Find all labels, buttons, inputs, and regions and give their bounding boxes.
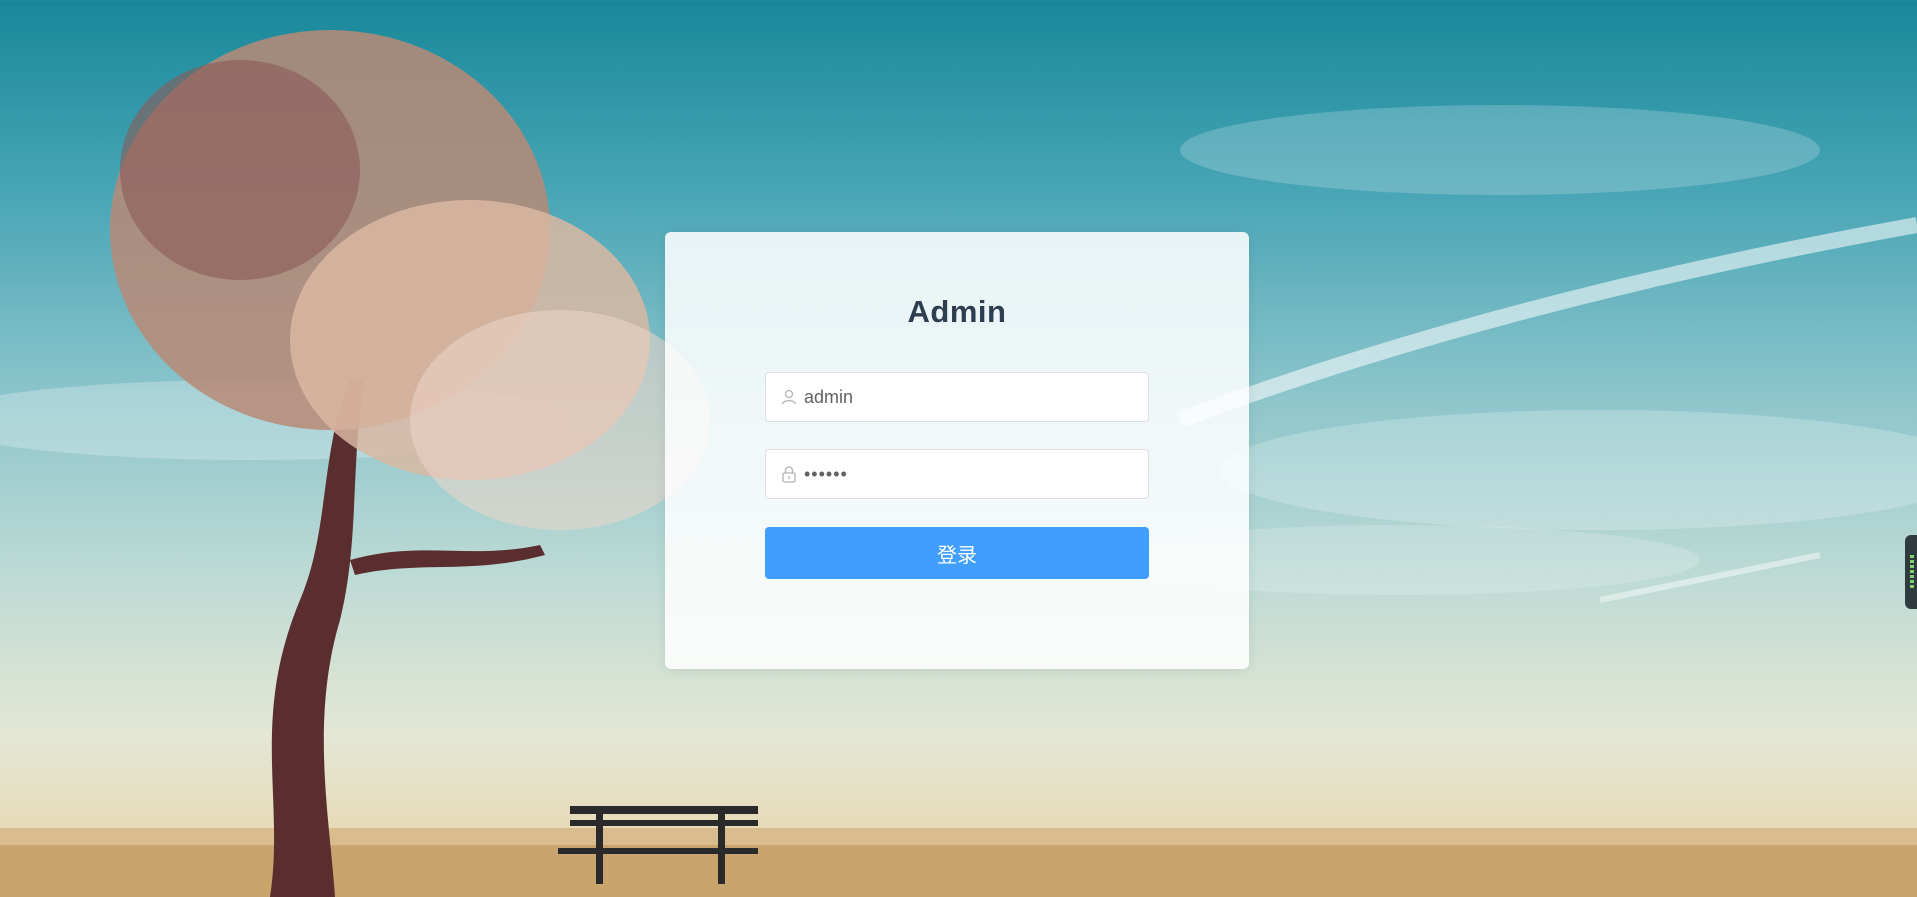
side-panel-toggle[interactable] xyxy=(1905,535,1917,609)
level-indicator-icon xyxy=(1910,555,1914,589)
username-input[interactable] xyxy=(804,373,1148,421)
username-field[interactable] xyxy=(765,372,1149,422)
password-field[interactable] xyxy=(765,449,1149,499)
user-icon xyxy=(778,386,800,408)
password-input[interactable] xyxy=(804,450,1148,498)
login-form: Admin 登录 xyxy=(665,232,1249,669)
login-title: Admin xyxy=(907,294,1007,329)
lock-icon xyxy=(778,463,800,485)
login-button[interactable]: 登录 xyxy=(765,527,1149,579)
